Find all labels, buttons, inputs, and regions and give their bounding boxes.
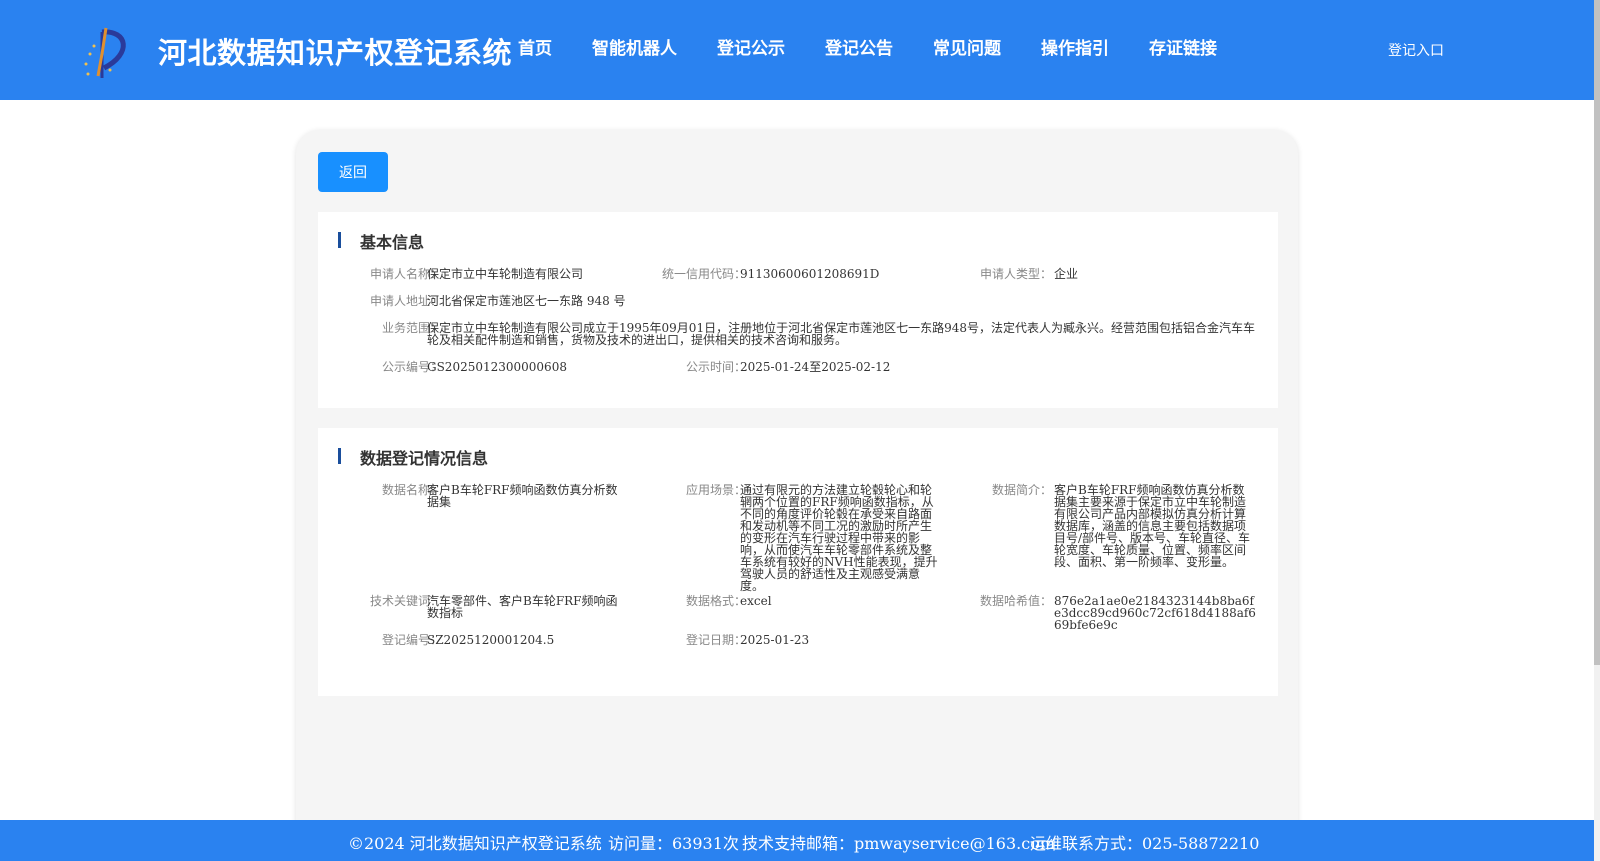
public-time-value: 2025-01-24至2025-02-12: [740, 360, 891, 374]
page-scrollbar[interactable]: [1594, 0, 1600, 861]
hash-value: 876e2a1ae0e2184323144b8ba6fe3dcc89cd960c…: [1054, 594, 1256, 632]
applicant-type-label: 申请人类型：: [979, 267, 1052, 281]
summary-label: 数据简介：: [991, 483, 1052, 497]
address-value: 河北省保定市莲池区七一东路 948 号: [427, 294, 626, 308]
scenario-value: 通过有限元的方法建立轮毂轮心和轮辋两个位置的FRF频响函数指标，从不同的角度评价…: [740, 483, 938, 593]
basic-info-section: 基本信息 申请人名称： 保定市立中车轮制造有限公司 统一信用代码： 911306…: [318, 212, 1278, 408]
format-value: excel: [740, 594, 772, 608]
scenario-label: 应用场景：: [685, 483, 746, 497]
footer-phone: 运维联系方式：025-58872210: [1030, 834, 1260, 853]
reg-no-value: SZ2025120001204.5: [427, 633, 555, 647]
back-button[interactable]: 返回: [318, 152, 388, 192]
summary-value: 客户B车轮FRF频响函数仿真分析数据集主要来源于保定市立中车轮制造有限公司产品内…: [1054, 483, 1251, 569]
data-name-value: 客户B车轮FRF频响函数仿真分析数据集: [427, 483, 618, 509]
scrollbar-thumb[interactable]: [1594, 0, 1600, 665]
nav-robot[interactable]: 智能机器人: [592, 34, 677, 59]
data-registration-section: 数据登记情况信息 数据名称： 客户B车轮FRF频响函数仿真分析数据集 应用场景：…: [318, 428, 1278, 696]
main-nav: 首页 智能机器人 登记公示 登记公告 常见问题 操作指引 存证链接: [518, 34, 1257, 59]
format-label: 数据格式：: [685, 594, 746, 608]
nav-announcement[interactable]: 登记公告: [825, 34, 893, 59]
nav-guide[interactable]: 操作指引: [1041, 34, 1109, 59]
public-no-value: GS2025012300000608: [427, 360, 567, 374]
credit-code-label: 统一信用代码：: [661, 267, 746, 281]
nav-faq[interactable]: 常见问题: [933, 34, 1001, 59]
site-footer: ©2024 河北数据知识产权登记系统 访问量：63931次 技术支持邮箱：pmw…: [0, 820, 1594, 861]
reg-date-value: 2025-01-23: [740, 633, 810, 647]
footer-visits: 访问量：63931次: [608, 834, 739, 853]
public-time-label: 公示时间：: [685, 360, 746, 374]
applicant-name-value: 保定市立中车轮制造有限公司: [427, 267, 584, 281]
site-title[interactable]: 河北数据知识产权登记系统: [158, 30, 512, 72]
footer-copyright: ©2024 河北数据知识产权登记系统: [348, 834, 602, 853]
section-marker: [338, 232, 341, 248]
footer-email: 技术支持邮箱：pmwayservice@163.com: [742, 834, 1055, 853]
login-link[interactable]: 登记入口: [1388, 40, 1444, 60]
nav-publicity[interactable]: 登记公示: [717, 34, 785, 59]
applicant-type-value: 企业: [1054, 267, 1079, 281]
credit-code-value: 91130600601208691D: [740, 267, 880, 281]
reg-date-label: 登记日期：: [685, 633, 746, 647]
nav-evidence-link[interactable]: 存证链接: [1149, 34, 1217, 59]
ip-logo-icon[interactable]: [80, 24, 138, 80]
nav-home[interactable]: 首页: [518, 34, 552, 59]
keywords-value: 汽车零部件、客户B车轮FRF频响函数指标: [427, 594, 618, 620]
business-scope-value: 保定市立中车轮制造有限公司成立于1995年09月01日，注册地位于河北省保定市莲…: [427, 321, 1255, 347]
section-marker: [338, 448, 341, 464]
hash-label: 数据哈希值：: [979, 594, 1052, 608]
top-header: 河北数据知识产权登记系统 首页 智能机器人 登记公示 登记公告 常见问题 操作指…: [0, 0, 1594, 100]
section-title: 基本信息: [360, 233, 425, 252]
section-title: 数据登记情况信息: [360, 449, 489, 468]
